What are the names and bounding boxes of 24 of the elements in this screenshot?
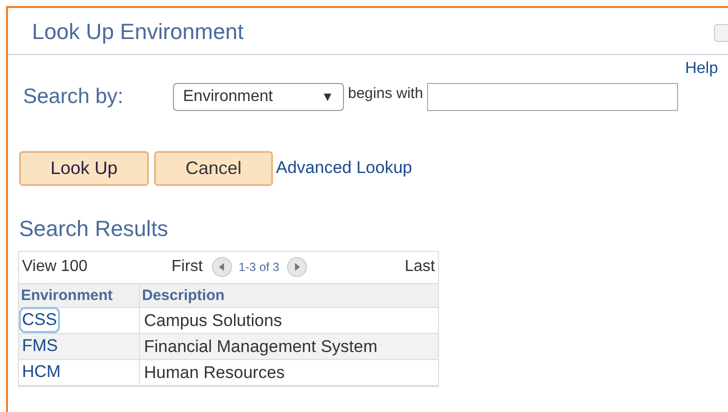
- action-button[interactable]: Look Up: [19, 150, 149, 186]
- operator-label: begins with: [348, 84, 424, 104]
- column-header[interactable]: Description: [140, 284, 438, 308]
- results-title: Search Results: [19, 214, 168, 242]
- search-label: Search by:: [23, 84, 124, 110]
- environment-link[interactable]: HCM: [21, 361, 62, 384]
- dropdown-arrow-icon: ▼: [321, 87, 334, 106]
- advanced-lookup-link[interactable]: Advanced Lookup: [276, 155, 412, 181]
- description-cell-text: Campus Solutions: [143, 310, 283, 332]
- previous-icon[interactable]: [212, 257, 232, 277]
- environment-link[interactable]: CSS: [21, 309, 58, 332]
- help-link[interactable]: Help: [685, 59, 718, 77]
- description-cell-text: Financial Management System: [143, 336, 378, 358]
- first-link[interactable]: First: [172, 255, 203, 279]
- range-text: 1-3 of 3: [238, 259, 280, 276]
- field-dropdown[interactable]: Environment ▼: [173, 82, 344, 111]
- view-all-link[interactable]: View 100: [22, 255, 88, 279]
- environment-link[interactable]: FMS: [21, 335, 59, 358]
- next-icon[interactable]: [287, 257, 308, 277]
- search-input[interactable]: [427, 82, 678, 111]
- window-title: Look Up Environment: [32, 18, 244, 46]
- description-cell-text: Human Resources: [143, 362, 286, 384]
- last-link[interactable]: Last: [404, 255, 435, 279]
- action-button[interactable]: Cancel: [154, 150, 273, 186]
